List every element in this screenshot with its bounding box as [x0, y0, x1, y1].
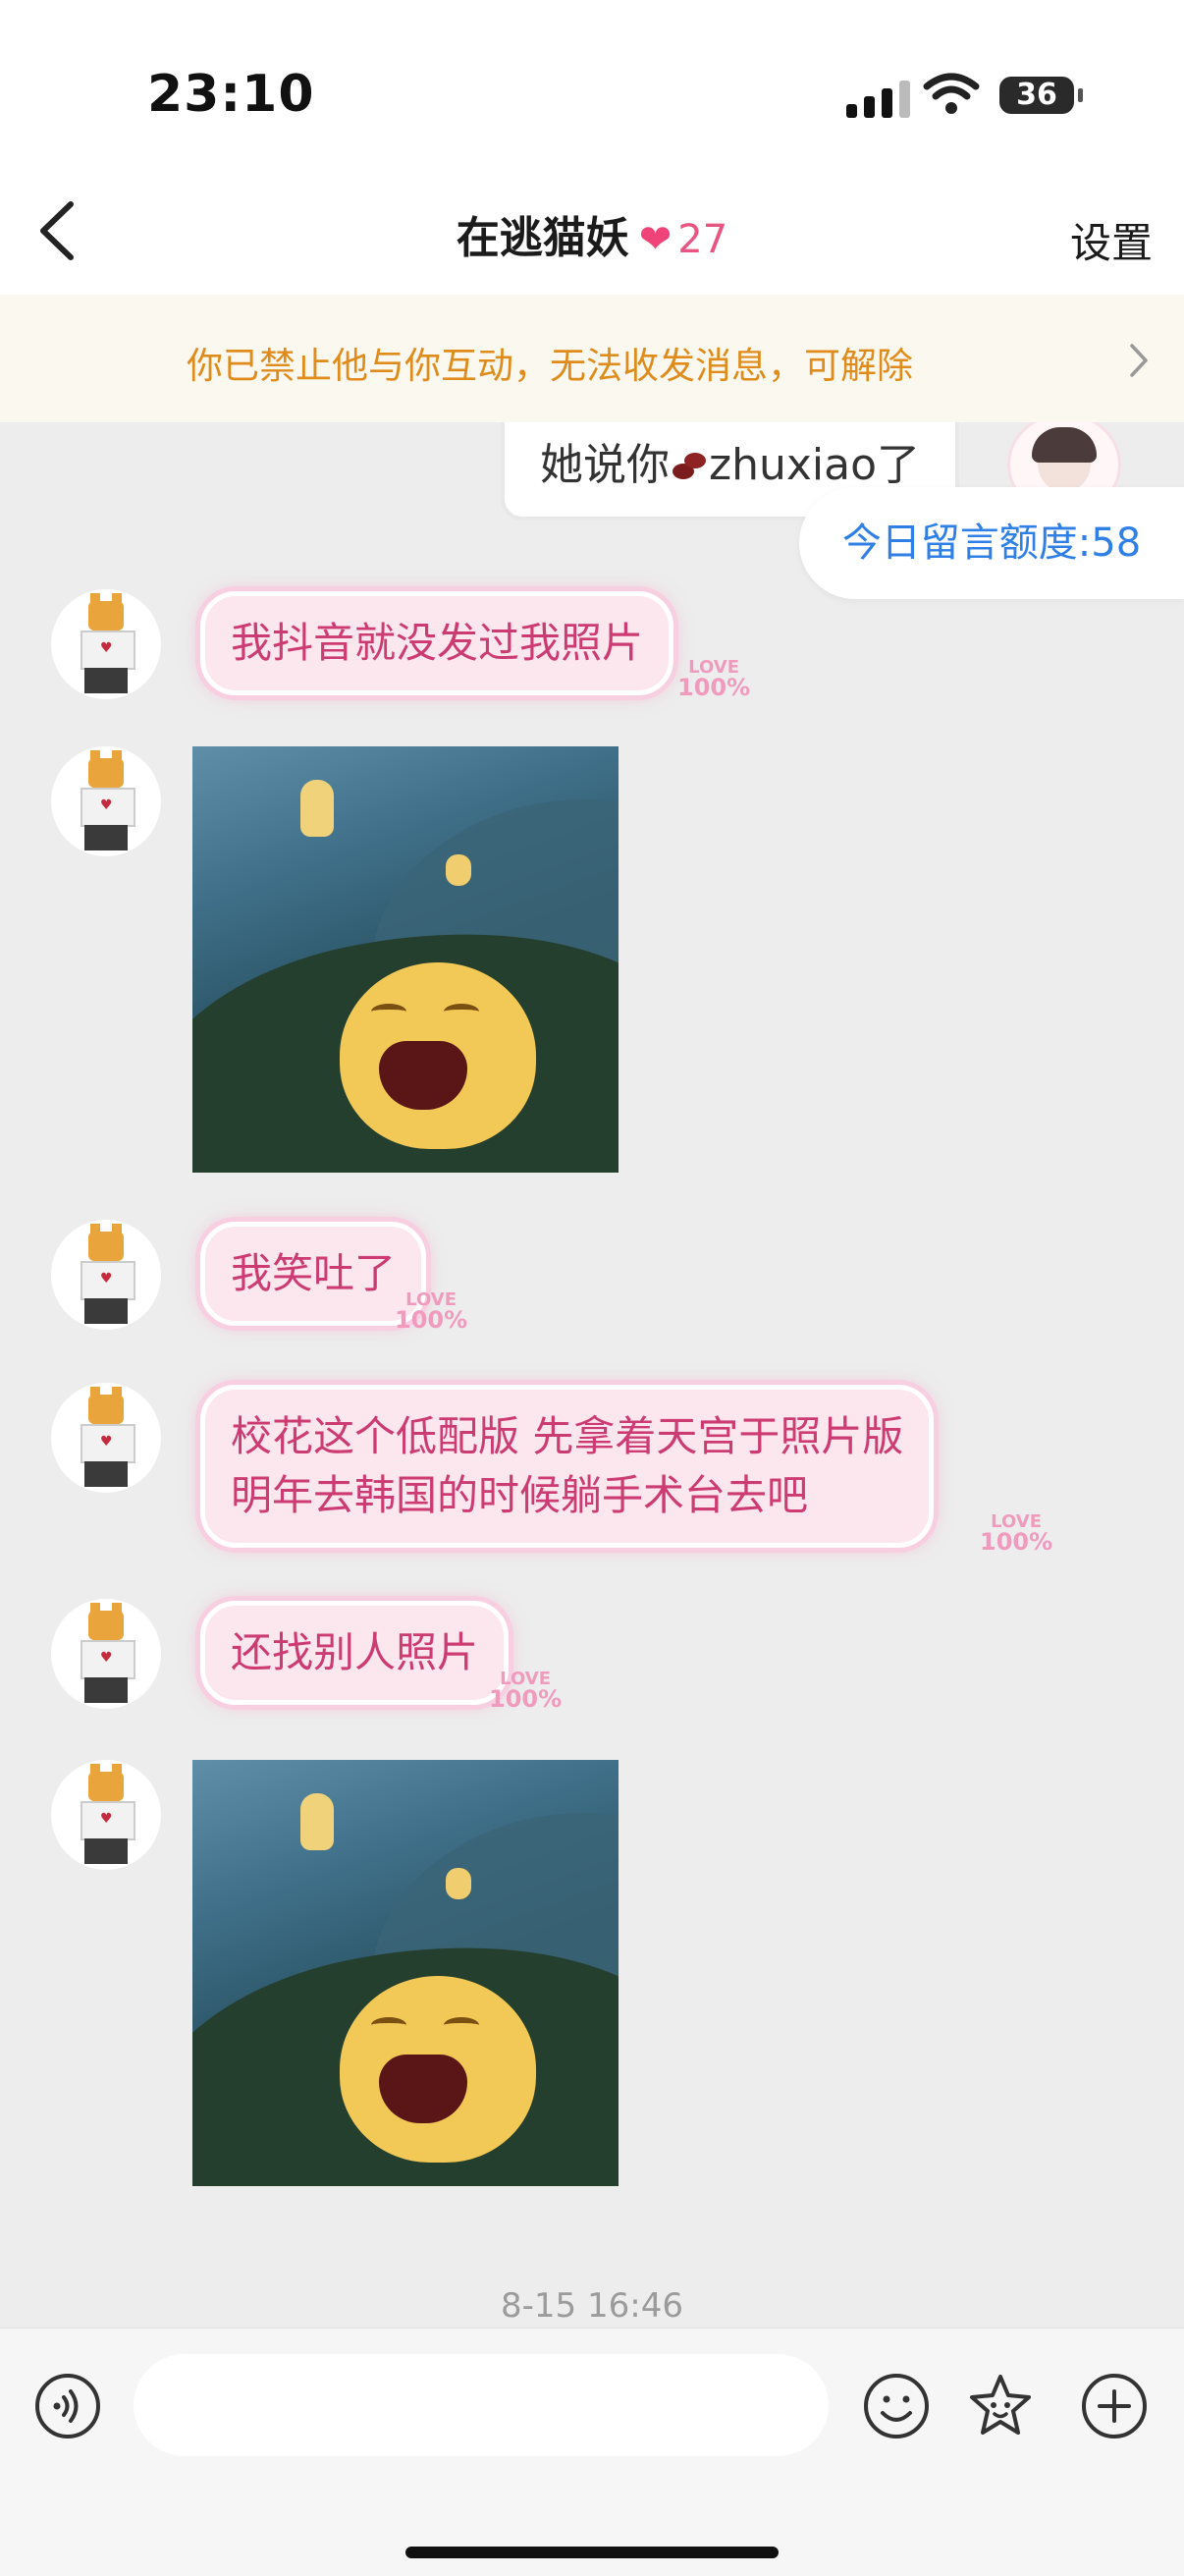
- love-badge: LOVE 100%: [395, 1289, 468, 1334]
- voice-input-icon[interactable]: [33, 2372, 102, 2440]
- intimacy-heart-icon: ❤: [638, 217, 673, 262]
- chevron-right-icon: [1130, 344, 1148, 377]
- contact-avatar[interactable]: ♥: [51, 1760, 161, 1870]
- wifi-icon: [923, 73, 980, 114]
- contact-avatar[interactable]: ♥: [51, 1220, 161, 1330]
- laughing-blob-sticker-image[interactable]: [192, 1760, 619, 2186]
- message-text-part: zhuxiao了: [709, 440, 921, 490]
- contact-avatar[interactable]: ♥: [51, 589, 161, 699]
- settings-button[interactable]: 设置: [1070, 210, 1153, 270]
- message-list[interactable]: 她说你 zhuxiao了 今日留言额度:58 ♥ 我抖音就没发过我照片 LOVE 1…: [0, 422, 1184, 2328]
- chat-title[interactable]: 在逃猫妖 ❤ 27: [0, 202, 1184, 265]
- incoming-message-bubble[interactable]: 校花这个低配版 先拿着天宫于照片版 明年去韩国的时候躺手术台去吧: [200, 1385, 935, 1548]
- blocked-notice-banner[interactable]: 你已禁止他与你互动，无法收发消息，可解除: [0, 295, 1184, 422]
- plus-icon[interactable]: [1080, 2372, 1149, 2440]
- incoming-message-bubble[interactable]: 还找别人照片: [200, 1601, 510, 1705]
- contact-avatar[interactable]: ♥: [51, 746, 161, 856]
- message-text: 我抖音就没发过我照片: [231, 619, 644, 667]
- love-badge: LOVE 100%: [677, 657, 751, 701]
- incoming-message-bubble[interactable]: 我抖音就没发过我照片: [200, 591, 674, 695]
- intimacy-count: 27: [677, 217, 728, 262]
- blocked-notice-text: 你已禁止他与你互动，无法收发消息，可解除: [187, 345, 913, 387]
- message-text-part: 她说你: [540, 440, 670, 490]
- message-input-bar: [0, 2328, 1184, 2576]
- chat-header: 在逃猫妖 ❤ 27 设置: [0, 167, 1184, 295]
- message-text-line: 明年去韩国的时候躺手术台去吧: [231, 1471, 809, 1519]
- status-time: 23:10: [147, 65, 315, 124]
- contact-name: 在逃猫妖: [456, 213, 629, 263]
- bean-emoji-icon: [673, 453, 706, 479]
- message-input[interactable]: [134, 2354, 829, 2456]
- contact-avatar[interactable]: ♥: [51, 1599, 161, 1709]
- love-badge: LOVE 100%: [489, 1669, 563, 1713]
- message-text: 还找别人照片: [231, 1628, 479, 1676]
- daily-message-quota: 今日留言额度:58: [799, 487, 1184, 599]
- laughing-blob-sticker-image[interactable]: [192, 746, 619, 1173]
- contact-avatar[interactable]: ♥: [51, 1383, 161, 1493]
- incoming-message-bubble[interactable]: 我笑吐了: [200, 1222, 427, 1326]
- love-badge: LOVE 100%: [980, 1511, 1053, 1556]
- battery-icon: 36: [999, 77, 1083, 114]
- sticker-icon[interactable]: [966, 2372, 1035, 2440]
- status-bar: 23:10 36: [0, 0, 1184, 167]
- emoji-icon[interactable]: [862, 2372, 931, 2440]
- avatar-shirt-text: ♥: [100, 640, 113, 656]
- message-text: 我笑吐了: [231, 1249, 397, 1297]
- home-indicator: [405, 2547, 779, 2558]
- cellular-signal-icon: [846, 81, 910, 118]
- message-text-line: 校花这个低配版 先拿着天宫于照片版: [231, 1412, 904, 1460]
- message-timestamp: 8-15 16:46: [501, 2286, 683, 2326]
